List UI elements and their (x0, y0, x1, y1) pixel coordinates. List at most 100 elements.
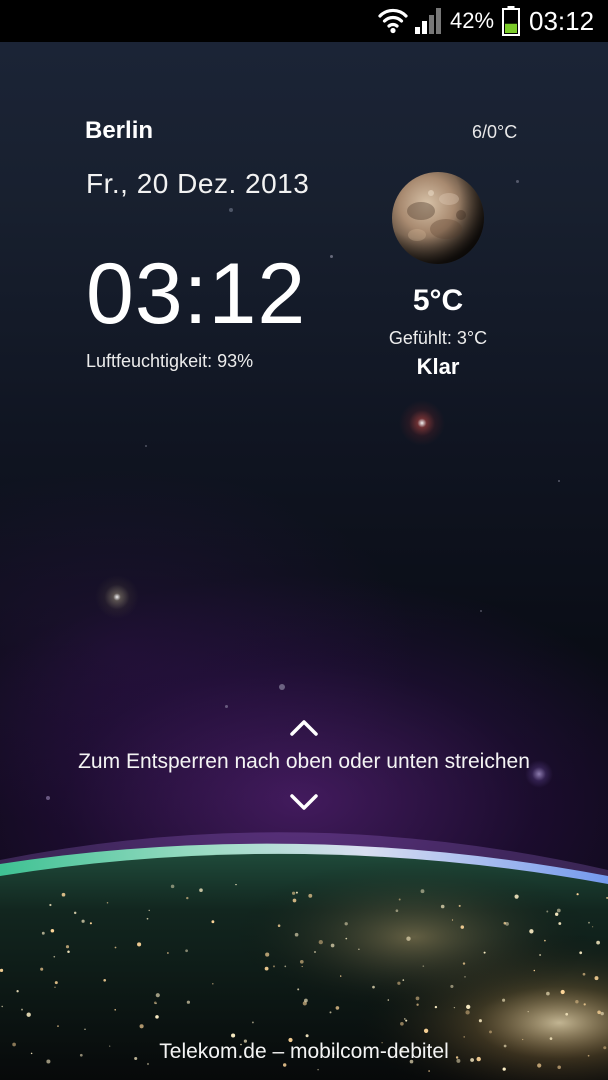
star (330, 255, 333, 258)
city-light (558, 922, 562, 925)
city-light (301, 965, 303, 968)
date: Fr., 20 Dez. 2013 (86, 168, 310, 199)
city-light (106, 901, 109, 904)
city-light (114, 946, 117, 949)
city-light (597, 1010, 601, 1015)
city-light (387, 999, 390, 1001)
star (95, 575, 139, 619)
city-light (406, 936, 411, 941)
chevron-down-icon (290, 794, 318, 810)
city-light (489, 1030, 492, 1034)
city-light (155, 993, 160, 998)
city-light (464, 976, 466, 978)
city-light (583, 1003, 586, 1006)
city-light (155, 1002, 157, 1005)
city-light (54, 981, 58, 985)
city-light (596, 940, 600, 945)
star (516, 180, 519, 183)
city-light (314, 951, 316, 953)
city-light (137, 942, 142, 947)
city-light (264, 966, 269, 971)
city-light (565, 1012, 569, 1016)
city-light (340, 975, 342, 977)
city-light (16, 990, 19, 993)
city-light (304, 998, 308, 1003)
city-light (398, 898, 401, 901)
city-light (533, 969, 536, 972)
wifi-icon (378, 8, 408, 34)
city-light (546, 991, 550, 996)
city-light (294, 932, 299, 937)
moon-icon (392, 172, 484, 264)
battery-percent: 42% (450, 8, 495, 33)
lock-screen[interactable]: 42% 03:12 Berlin 6/0°C Fr., 20 Dez. 2013… (0, 0, 608, 1080)
status-time: 03:12 (529, 6, 595, 36)
city-light (155, 1015, 159, 1019)
city-light (277, 924, 281, 927)
city-light (305, 1034, 309, 1038)
star (480, 610, 482, 612)
city-light (372, 985, 375, 989)
chevron-up-icon (290, 720, 318, 736)
status-bar[interactable]: 42% 03:12 (0, 0, 608, 42)
city-light (345, 937, 348, 940)
city-light (292, 898, 297, 903)
city-light (539, 954, 542, 956)
city-light (235, 883, 237, 886)
city-light (167, 952, 169, 954)
star (225, 705, 228, 708)
city-light (502, 1067, 506, 1071)
city-light (199, 888, 203, 892)
city-light (335, 1006, 340, 1010)
humidity: Luftfeuchtigkeit: 93% (86, 351, 254, 371)
city-light (265, 952, 270, 957)
city-light (89, 922, 92, 925)
city-light (400, 1021, 404, 1026)
city-light (416, 1003, 419, 1006)
city-light (358, 948, 360, 950)
city-light (582, 972, 586, 976)
city-light (299, 959, 304, 964)
city-light (546, 910, 549, 913)
city-light (114, 1009, 116, 1011)
star (558, 480, 560, 482)
star (145, 445, 147, 447)
city-light (460, 925, 465, 929)
city-light (284, 965, 287, 968)
city-light (440, 904, 445, 909)
city-light (591, 926, 594, 928)
city-light (57, 1025, 59, 1027)
city-light (41, 931, 45, 935)
city-light (186, 1000, 191, 1004)
city-light (212, 983, 214, 985)
city-light (423, 1028, 429, 1033)
city-light (397, 981, 401, 985)
feels-like: Gefühlt: 3°C (388, 328, 488, 348)
city-light (466, 1004, 471, 1010)
city-light (170, 884, 175, 889)
city-light (450, 984, 454, 988)
star (399, 400, 445, 446)
city-light (330, 943, 335, 948)
city-light (73, 911, 77, 915)
city-light (560, 989, 565, 995)
city-light (297, 988, 300, 991)
city-light (402, 979, 405, 981)
city-light (527, 1010, 529, 1013)
city-light (544, 939, 546, 942)
city-light (139, 1024, 144, 1029)
city-light (502, 998, 506, 1002)
city-light (317, 1068, 319, 1071)
city-light (403, 1018, 406, 1020)
city-light (505, 922, 509, 926)
city-light (422, 965, 425, 967)
city-light (575, 1000, 579, 1004)
city-light (514, 894, 519, 899)
city-light (67, 950, 70, 954)
city-light (61, 892, 66, 897)
city-light (148, 909, 150, 912)
city-light (458, 904, 461, 907)
city-light (594, 976, 599, 981)
unlock-hint: Zum Entsperren nach oben oder unten stre… (78, 750, 530, 773)
carrier-label: Telekom.de – mobilcom-debitel (159, 1040, 449, 1063)
